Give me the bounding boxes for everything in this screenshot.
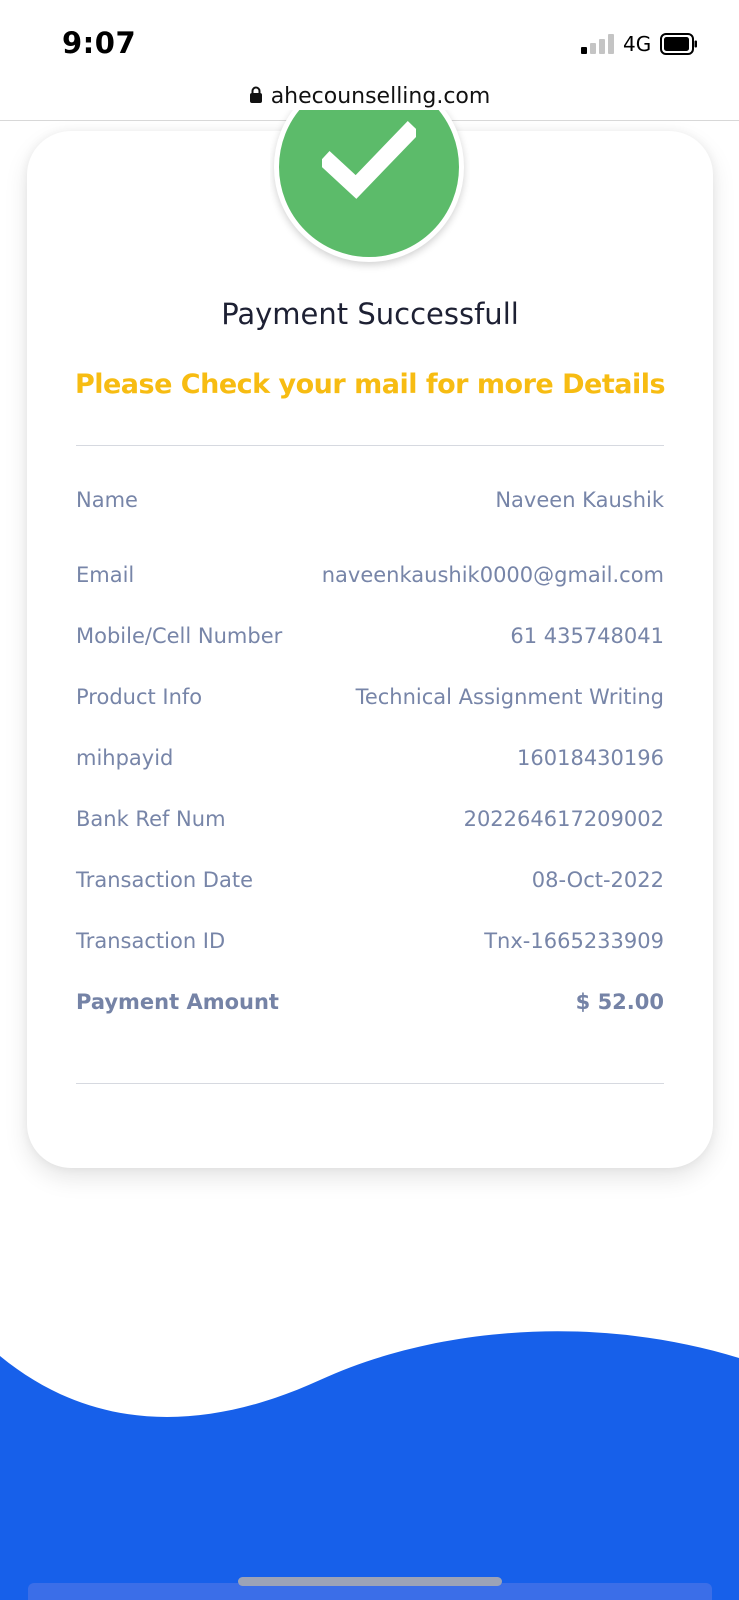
detail-value: 16018430196 (517, 746, 664, 770)
detail-row-transaction-id: Transaction ID Tnx-1665233909 (76, 929, 664, 959)
url-text: ahecounselling.com (270, 84, 491, 109)
divider-bottom (76, 1083, 664, 1084)
detail-row-mihpayid: mihpayid 16018430196 (76, 746, 664, 776)
detail-label: Email (76, 563, 135, 587)
detail-label: Transaction ID (76, 929, 226, 953)
wave-background (0, 1331, 739, 1600)
detail-value: naveenkaushik0000@gmail.com (321, 563, 664, 587)
battery-icon (660, 33, 698, 60)
detail-row-email: Email naveenkaushik0000@gmail.com (76, 563, 664, 593)
success-badge (270, 110, 470, 273)
detail-label: Name (76, 488, 138, 512)
payment-receipt-card: Payment Successfull Please Check your ma… (27, 131, 713, 1168)
detail-value: Technical Assignment Writing (355, 685, 664, 709)
status-bar: 9:07 4G (0, 0, 739, 82)
success-circle (274, 110, 464, 262)
detail-label: Product Info (76, 685, 203, 709)
detail-value: Naveen Kaushik (495, 488, 664, 512)
amount-value: $ 52.00 (575, 990, 664, 1014)
checkmark-icon (322, 121, 416, 199)
detail-row-mobile: Mobile/Cell Number 61 435748041 (76, 624, 664, 654)
detail-row-bank-ref: Bank Ref Num 202264617209002 (76, 807, 664, 837)
detail-value: 08-Oct-2022 (531, 868, 664, 892)
detail-row-payment-amount: Payment Amount $ 52.00 (76, 990, 664, 1020)
detail-value: Tnx-1665233909 (484, 929, 664, 953)
detail-label: mihpayid (76, 746, 174, 770)
network-type: 4G (623, 32, 652, 56)
lock-icon (249, 84, 263, 109)
payment-status-title: Payment Successfull (221, 297, 519, 331)
detail-row-product: Product Info Technical Assignment Writin… (76, 685, 664, 715)
detail-row-transaction-date: Transaction Date 08-Oct-2022 (76, 868, 664, 898)
mail-notice: Please Check your mail for more Details (74, 369, 666, 400)
signal-icon (581, 34, 617, 59)
amount-label: Payment Amount (76, 990, 279, 1014)
detail-row-name: Name Naveen Kaushik (76, 488, 664, 518)
divider-top (76, 445, 664, 446)
detail-label: Bank Ref Num (76, 807, 226, 831)
detail-label: Mobile/Cell Number (76, 624, 283, 648)
detail-value: 61 435748041 (510, 624, 664, 648)
detail-label: Transaction Date (76, 868, 254, 892)
status-time: 9:07 (62, 26, 137, 60)
home-indicator[interactable] (238, 1577, 502, 1586)
detail-value: 202264617209002 (463, 807, 664, 831)
